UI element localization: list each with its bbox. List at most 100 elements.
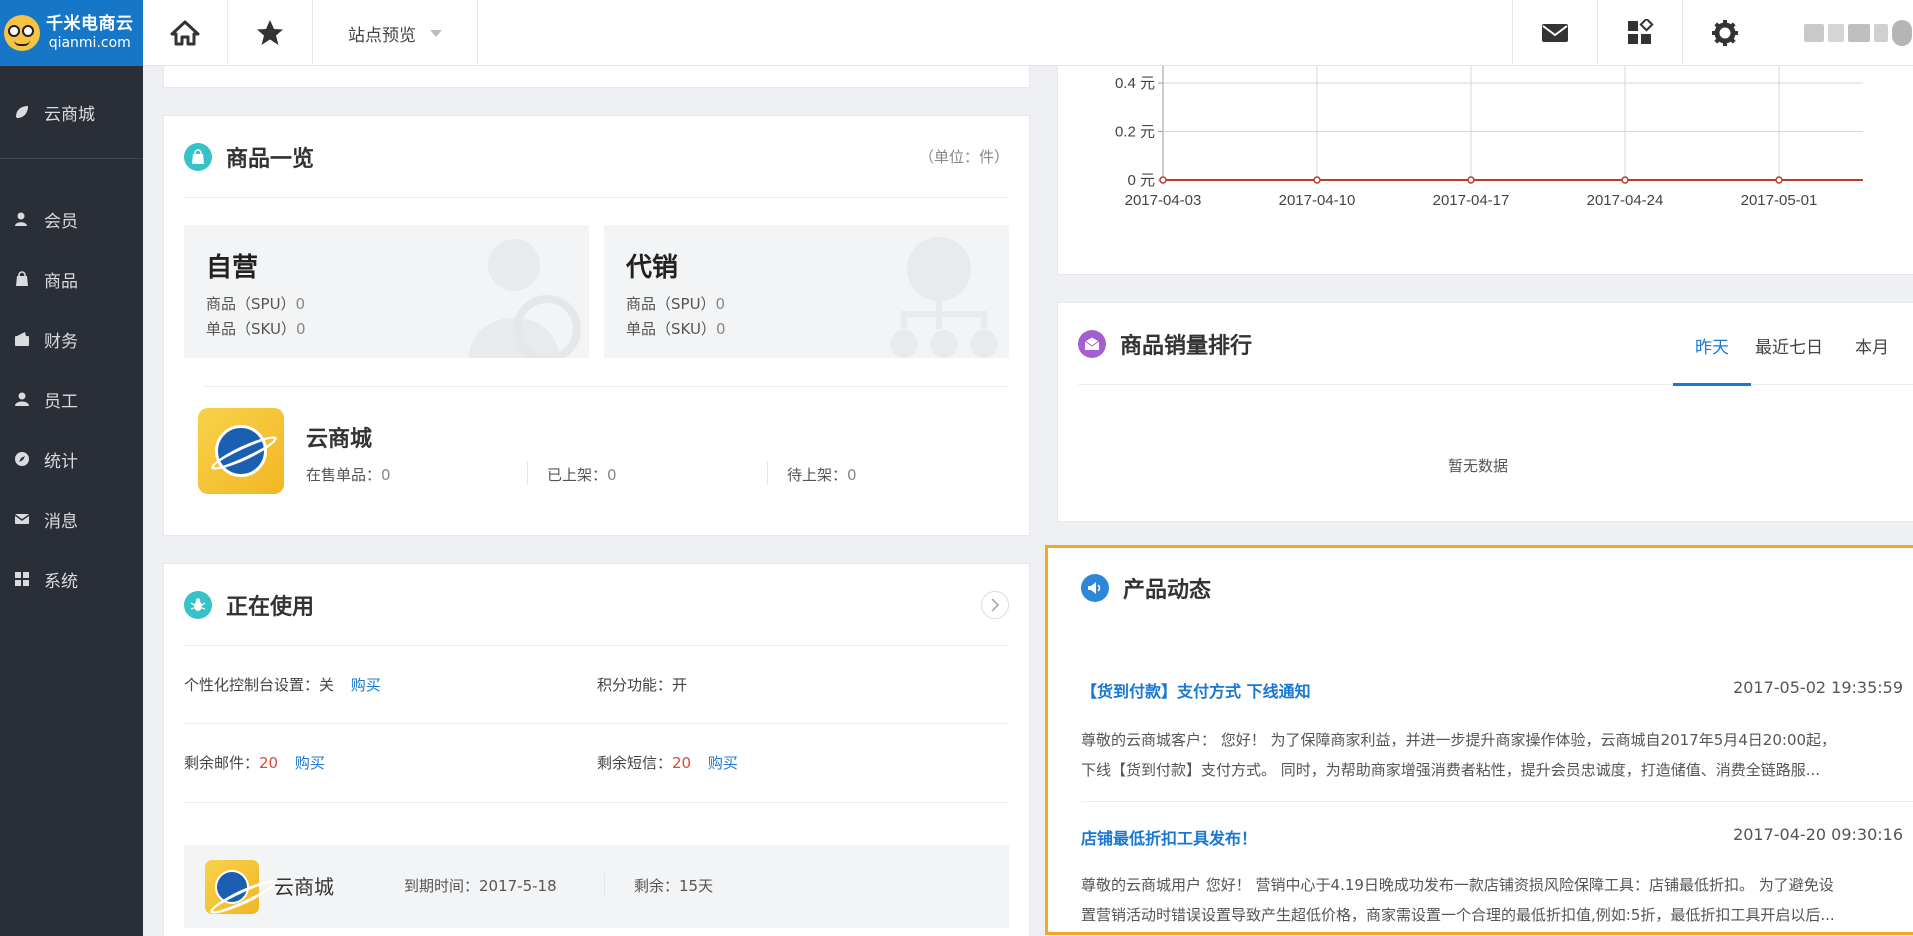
- news-item-1-time: 2017-05-02 19:35:59: [1733, 678, 1903, 697]
- site-preview-label: 站点预览: [348, 25, 416, 46]
- news-item-1-title[interactable]: 【货到付款】支付方式 下线通知: [1081, 678, 1311, 702]
- sidebar-item-cloud-mall[interactable]: 云商城: [0, 66, 143, 158]
- remaining-days: 剩余：15天: [634, 877, 714, 895]
- divider: [204, 386, 1009, 387]
- data-point: [1621, 176, 1629, 184]
- sidebar-item-members[interactable]: 会员: [0, 189, 143, 249]
- user-icon: [15, 212, 27, 226]
- x-tick-label: 2017-04-24: [1587, 192, 1664, 209]
- buy-sms-link[interactable]: 购买: [708, 754, 738, 772]
- sidebar-divider: [0, 158, 143, 159]
- sidebar-item-staff[interactable]: 员工: [0, 369, 143, 429]
- goods-overview-card: 商品一览 （单位：件） 自营 商品（SPU）0 单品（SKU）0 代销 商品（S…: [163, 115, 1030, 536]
- tab-this-month[interactable]: 本月: [1855, 333, 1889, 358]
- wallet-icon: [15, 332, 29, 346]
- sidebar-item-finance[interactable]: 财务: [0, 309, 143, 369]
- user-avatar[interactable]: [1800, 20, 1913, 48]
- self-operated-panel[interactable]: 自营 商品（SPU）0 单品（SKU）0: [184, 225, 589, 358]
- sidebar: 云商城 会员 商品 财务 员工 统计 消息 系统: [0, 66, 143, 936]
- mail-icon: [1542, 24, 1568, 42]
- console-setting: 个性化控制台设置：关 购买: [184, 676, 381, 694]
- product-news-title: 产品动态: [1123, 578, 1212, 603]
- logo-mascot-icon: [4, 15, 40, 51]
- expire-date: 到期时间：2017-5-18: [404, 877, 557, 895]
- on-sale-count: 在售单品：0: [306, 466, 391, 484]
- x-tick-label: 2017-04-17: [1433, 192, 1510, 209]
- sidebar-item-messages[interactable]: 消息: [0, 489, 143, 549]
- buy-console-link[interactable]: 购买: [351, 676, 381, 694]
- cloud-mall-app-icon: [198, 408, 284, 494]
- favorites-button[interactable]: [228, 0, 313, 66]
- divider: [1081, 801, 1913, 802]
- cloud-mall-small-icon: [205, 860, 259, 914]
- active-tab-indicator: [1673, 383, 1751, 386]
- leaf-icon: [16, 106, 28, 118]
- buy-mail-link[interactable]: 购买: [295, 754, 325, 772]
- sales-line-chart: 0.4 元 0.2 元 0 元 2017-04-03 2017-04-10 2017-04…: [1115, 50, 1863, 209]
- in-use-title: 正在使用: [226, 594, 315, 620]
- sidebar-item-label: 统计: [44, 451, 78, 472]
- sidebar-item-statistics[interactable]: 统计: [0, 429, 143, 489]
- data-point: [1467, 176, 1475, 184]
- sales-rank-card: 商品销量排行 昨天 最近七日 本月 暂无数据: [1057, 302, 1913, 522]
- expand-button[interactable]: [981, 590, 1009, 619]
- y-tick-label: 0.4 元: [1115, 75, 1155, 92]
- shopping-bag-icon: [16, 271, 28, 286]
- sidebar-item-system[interactable]: 系统: [0, 549, 143, 609]
- product-news-card: 产品动态 【货到付款】支付方式 下线通知 2017-05-02 19:35:59…: [1045, 545, 1913, 935]
- sales-chart-card: 0.4 元 0.2 元 0 元 2017-04-03 2017-04-10 2017-04…: [1057, 50, 1913, 275]
- divider: [184, 802, 1009, 803]
- logo-cn: 千米电商云: [46, 14, 134, 35]
- bag-icon: [184, 142, 212, 171]
- data-point: [1775, 176, 1783, 184]
- sidebar-item-label: 财务: [44, 331, 78, 352]
- sidebar-item-label: 云商城: [44, 104, 95, 125]
- sales-rank-title: 商品销量排行: [1120, 333, 1253, 359]
- grid-icon: [15, 572, 29, 586]
- news-item-2-time: 2017-04-20 09:30:16: [1733, 825, 1903, 844]
- site-preview-dropdown[interactable]: 站点预览: [313, 0, 478, 66]
- x-tick-label: 2017-05-01: [1741, 192, 1818, 209]
- store-name: 云商城: [306, 427, 373, 452]
- goods-overview-header: 商品一览 （单位：件）: [184, 116, 1009, 198]
- messages-button[interactable]: [1512, 0, 1597, 66]
- home-icon: [170, 20, 200, 46]
- home-button[interactable]: [143, 0, 228, 66]
- data-point: [1159, 176, 1167, 184]
- remaining-sms: 剩余短信：20 购买: [597, 754, 738, 772]
- staff-icon: [15, 392, 29, 406]
- logo-en: qianmi.com: [48, 34, 131, 51]
- star-icon: [257, 20, 283, 45]
- empty-state: 暂无数据: [1447, 457, 1508, 475]
- unit-note: （单位：件）: [918, 148, 1009, 166]
- compass-icon: [15, 452, 29, 466]
- apps-button[interactable]: [1597, 0, 1682, 66]
- subscription-store-name: 云商城: [274, 875, 334, 899]
- agent-sale-panel[interactable]: 代销 商品（SPU）0 单品（SKU）0: [604, 225, 1009, 358]
- sidebar-item-label: 商品: [44, 271, 78, 292]
- person-watermark-icon: [469, 239, 581, 358]
- settings-button[interactable]: [1682, 0, 1767, 66]
- in-use-card: 正在使用 个性化控制台设置：关 购买 积分功能：开 剩余邮件：20 购买 剩余短…: [163, 563, 1030, 936]
- divider: [527, 461, 528, 485]
- envelope-open-icon: [1078, 329, 1106, 358]
- news-item-2-body: 尊敬的云商城用户 您好！ 营销中心于4.19日晚成功发布一款店铺资损风险保障工具…: [1081, 876, 1835, 924]
- goods-overview-title: 商品一览: [226, 146, 315, 172]
- tab-yesterday[interactable]: 昨天: [1695, 333, 1729, 358]
- share-watermark-icon: [890, 237, 998, 358]
- news-item-2-title[interactable]: 店铺最低折扣工具发布！: [1081, 825, 1257, 849]
- envelope-icon: [14, 514, 30, 524]
- sidebar-item-goods[interactable]: 商品: [0, 249, 143, 309]
- logo[interactable]: 千米电商云 qianmi.com: [0, 0, 143, 66]
- x-tick-label: 2017-04-10: [1279, 192, 1356, 209]
- divider: [184, 723, 1009, 724]
- chevron-right-icon: [991, 597, 1000, 612]
- remaining-mail: 剩余邮件：20 购买: [184, 754, 325, 772]
- sidebar-item-label: 会员: [44, 211, 78, 232]
- news-item-1-body: 尊敬的云商城客户： 您好！ 为了保障商家利益，并进一步提升商家操作体验，云商城自…: [1081, 731, 1837, 779]
- gear-icon: [1712, 20, 1738, 46]
- sidebar-item-label: 系统: [44, 571, 78, 592]
- apps-grid-icon: [1628, 19, 1654, 44]
- tab-last-seven-days[interactable]: 最近七日: [1755, 333, 1823, 358]
- y-tick-label: 0.2 元: [1115, 124, 1155, 141]
